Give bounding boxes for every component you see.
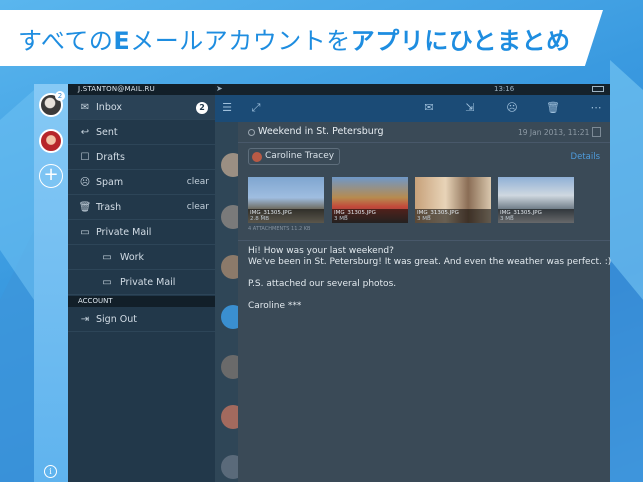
- unread-dot-icon[interactable]: [248, 129, 255, 136]
- message-list: [215, 95, 245, 482]
- folder-icon: ▭: [80, 227, 90, 238]
- body-line: Caroline ***: [248, 301, 302, 311]
- mark-read-icon[interactable]: ✉: [422, 101, 436, 115]
- spam-icon[interactable]: ☹: [505, 101, 519, 115]
- message-subject: Weekend in St. Petersburg: [258, 126, 384, 137]
- account-rail: 2 + i: [34, 84, 68, 482]
- trash-icon[interactable]: 🗑: [546, 101, 560, 115]
- account-section-header: ACCOUNT: [68, 296, 215, 307]
- promo-banner: すべてのEメールアカウントをアプリにひとまとめ: [0, 10, 603, 66]
- more-icon[interactable]: ⋯: [589, 101, 603, 115]
- sign-out-icon: ⇥: [80, 314, 90, 325]
- inbox-icon: ✉: [80, 102, 90, 113]
- spam-icon: ☹: [79, 177, 91, 188]
- folder-drafts[interactable]: ☐ Drafts: [68, 145, 215, 170]
- status-bar: ➤ 13:16: [34, 84, 610, 95]
- folder-work[interactable]: ▭ Work: [68, 245, 215, 270]
- inbox-count-badge: 2: [196, 102, 208, 114]
- trash-icon: 🗑: [78, 202, 92, 213]
- message-pane: Weekend in St. Petersburg 19 Jan 2013, 1…: [238, 122, 612, 482]
- message-toolbar: ☰ ⤢ ✉ ⇲ ☹ 🗑 ⋯: [215, 95, 610, 122]
- body-line: Hi! How was your last weekend? We've been…: [248, 246, 612, 267]
- spam-clear-button[interactable]: clear: [187, 170, 209, 195]
- folder-private-mail-sub[interactable]: ▭ Private Mail: [68, 270, 215, 295]
- folder-icon: ▭: [102, 252, 112, 263]
- folder-icon: ▭: [102, 277, 112, 288]
- attachment-thumbnail[interactable]: IMG_31305.JPG 3 MB: [332, 177, 408, 223]
- details-link[interactable]: Details: [571, 152, 600, 162]
- body-line: P.S. attached our several photos.: [248, 279, 397, 289]
- trash-clear-button[interactable]: clear: [187, 195, 209, 220]
- divider: [238, 240, 610, 241]
- attachment-thumbnail[interactable]: IMG_31305.JPG 3 MB: [415, 177, 491, 223]
- account-avatar-2[interactable]: [39, 129, 63, 153]
- sender-row: Caroline Tracey Details: [238, 146, 610, 168]
- expand-icon[interactable]: ⤢: [249, 101, 263, 115]
- menu-icon[interactable]: ☰: [220, 101, 234, 115]
- flag-icon[interactable]: [592, 127, 601, 137]
- status-time: 13:16: [494, 85, 515, 93]
- sent-icon: ↩: [80, 127, 90, 138]
- add-account-button[interactable]: +: [39, 164, 63, 188]
- folder-inbox[interactable]: ✉ Inbox 2: [68, 95, 215, 120]
- message-body: Hi! How was your last weekend? We've been…: [248, 246, 612, 323]
- move-icon[interactable]: ⇲: [463, 101, 477, 115]
- message-date: 19 Jan 2013, 11:21: [518, 128, 590, 137]
- battery-icon: [592, 86, 604, 92]
- folder-trash[interactable]: 🗑 Trash clear: [68, 195, 215, 220]
- folder-spam[interactable]: ☹ Spam clear: [68, 170, 215, 195]
- banner-headline: すべてのEメールアカウントをアプリにひとまとめ: [18, 26, 571, 55]
- drafts-icon: ☐: [80, 152, 90, 163]
- info-icon[interactable]: i: [44, 465, 57, 478]
- attachments-summary: 4 ATTACHMENTS 11.2 KB: [248, 226, 311, 232]
- folder-sent[interactable]: ↩ Sent: [68, 120, 215, 145]
- sender-chip[interactable]: Caroline Tracey: [248, 148, 341, 165]
- attachment-thumbnail[interactable]: IMG_31305.JPG 3 MB: [498, 177, 574, 223]
- subject-row: Weekend in St. Petersburg 19 Jan 2013, 1…: [238, 122, 610, 143]
- sender-avatar: [252, 152, 262, 162]
- location-arrow-icon: ➤: [216, 84, 223, 93]
- folder-private-mail[interactable]: ▭ Private Mail: [68, 220, 215, 245]
- attachment-thumbnail[interactable]: IMG_31305.JPG 2.8 MB: [248, 177, 324, 223]
- folder-sidebar: J.STANTON@MAIL.RU ✉ Inbox 2 ↩ Sent ☐ Dra…: [68, 84, 215, 482]
- sign-out-button[interactable]: ⇥ Sign Out: [68, 307, 215, 332]
